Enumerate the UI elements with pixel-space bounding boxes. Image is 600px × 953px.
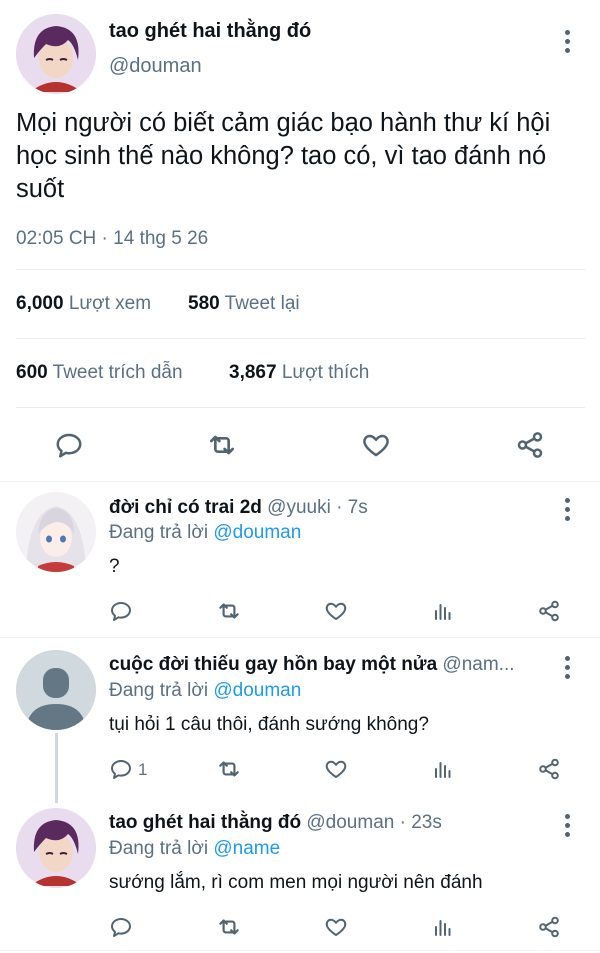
reply-icon[interactable] <box>108 756 134 782</box>
reply2-replying-to: Đang trả lời @douman <box>109 680 301 702</box>
reply3-avatar[interactable] <box>16 808 96 888</box>
reply2-author-name: cuộc đời thiếu gay hồn bay một nửa <box>109 654 438 675</box>
likes-label: Lượt thích <box>281 362 370 383</box>
share-icon[interactable] <box>536 756 562 782</box>
retweet-icon[interactable] <box>205 428 239 462</box>
divider <box>0 950 600 951</box>
reply-icon[interactable] <box>108 914 134 940</box>
main-tweet-timestamp: 02:05 CH · 14 thg 5 26 <box>16 228 209 249</box>
reply3-replying-to: Đang trả lời @name <box>109 838 280 860</box>
likes-count: 3,867 <box>229 362 277 383</box>
analytics-icon[interactable] <box>430 756 456 782</box>
thread-line <box>55 733 58 803</box>
main-author-name[interactable]: tao ghét hai thằng đó <box>109 20 311 43</box>
analytics-icon[interactable] <box>430 914 456 940</box>
like-icon[interactable] <box>323 756 349 782</box>
more-options-icon[interactable] <box>564 814 570 841</box>
reply1-handle-time: @yuuki · 7s <box>267 497 368 518</box>
quotes-stat[interactable]: 600 Tweet trích dẫn <box>16 362 183 384</box>
retweets-label: Tweet lại <box>224 293 300 314</box>
reply3-text: sướng lắm, rì com men mọi người nên đánh <box>109 872 483 893</box>
replying-to-prefix: Đang trả lời <box>109 680 209 701</box>
divider <box>0 481 600 482</box>
like-icon[interactable] <box>359 428 393 462</box>
quotes-count: 600 <box>16 362 48 383</box>
divider <box>16 407 585 408</box>
reply2-handle-time: @nam... <box>442 654 515 675</box>
replying-to-prefix: Đang trả lời <box>109 522 209 543</box>
reply1-header[interactable]: đời chỉ có trai 2d @yuuki · 7s <box>109 497 368 519</box>
reply3-handle-time: @douman · 23s <box>306 812 442 833</box>
reply2-avatar[interactable] <box>16 650 96 730</box>
share-icon[interactable] <box>536 598 562 624</box>
reply2-text: tụi hỏi 1 câu thôi, đánh sướng không? <box>109 714 429 735</box>
replying-to-prefix: Đang trả lời <box>109 838 209 859</box>
anime-avatar-purple <box>16 808 96 888</box>
retweets-count: 580 <box>188 293 220 314</box>
like-icon[interactable] <box>323 598 349 624</box>
main-tweet-text: Mọi người có biết cảm giác bạo hành thư … <box>16 109 551 203</box>
divider <box>0 637 600 638</box>
reply-icon[interactable] <box>52 428 86 462</box>
reply3-author-name: tao ghét hai thằng đó <box>109 812 302 833</box>
reply-icon[interactable] <box>108 598 134 624</box>
reply3-header[interactable]: tao ghét hai thằng đó @douman · 23s <box>109 812 442 834</box>
reply2-reply-count: 1 <box>138 760 148 779</box>
main-author-avatar[interactable] <box>16 14 96 94</box>
views-stat[interactable]: 6,000 Lượt xem <box>16 293 151 315</box>
reply1-replying-to: Đang trả lời @douman <box>109 522 301 544</box>
quotes-label: Tweet trích dẫn <box>52 362 183 383</box>
replying-to-mention[interactable]: @name <box>213 838 280 859</box>
retweet-icon[interactable] <box>216 756 242 782</box>
reply1-text: ? <box>109 556 120 577</box>
main-author-handle[interactable]: @douman <box>109 55 202 78</box>
replying-to-mention[interactable]: @douman <box>213 522 301 543</box>
reply1-avatar[interactable] <box>16 492 96 572</box>
reply1-author-name: đời chỉ có trai 2d <box>109 497 262 518</box>
share-icon[interactable] <box>513 428 547 462</box>
analytics-icon[interactable] <box>430 598 456 624</box>
replying-to-mention[interactable]: @douman <box>213 680 301 701</box>
retweet-icon[interactable] <box>216 914 242 940</box>
more-options-icon[interactable] <box>564 498 570 525</box>
retweets-stat[interactable]: 580 Tweet lại <box>188 293 300 315</box>
anime-avatar-white-hair <box>16 492 96 572</box>
more-options-icon[interactable] <box>564 656 570 683</box>
share-icon[interactable] <box>536 914 562 940</box>
reply2-header[interactable]: cuộc đời thiếu gay hồn bay một nửa @nam.… <box>109 654 549 676</box>
likes-stat[interactable]: 3,867 Lượt thích <box>229 362 369 384</box>
like-icon[interactable] <box>323 914 349 940</box>
more-options-icon[interactable] <box>564 30 570 57</box>
views-count: 6,000 <box>16 293 64 314</box>
anime-avatar-purple <box>16 14 96 94</box>
divider <box>16 338 585 339</box>
default-profile-icon <box>16 650 96 730</box>
retweet-icon[interactable] <box>216 598 242 624</box>
views-label: Lượt xem <box>68 293 152 314</box>
divider <box>16 269 585 270</box>
